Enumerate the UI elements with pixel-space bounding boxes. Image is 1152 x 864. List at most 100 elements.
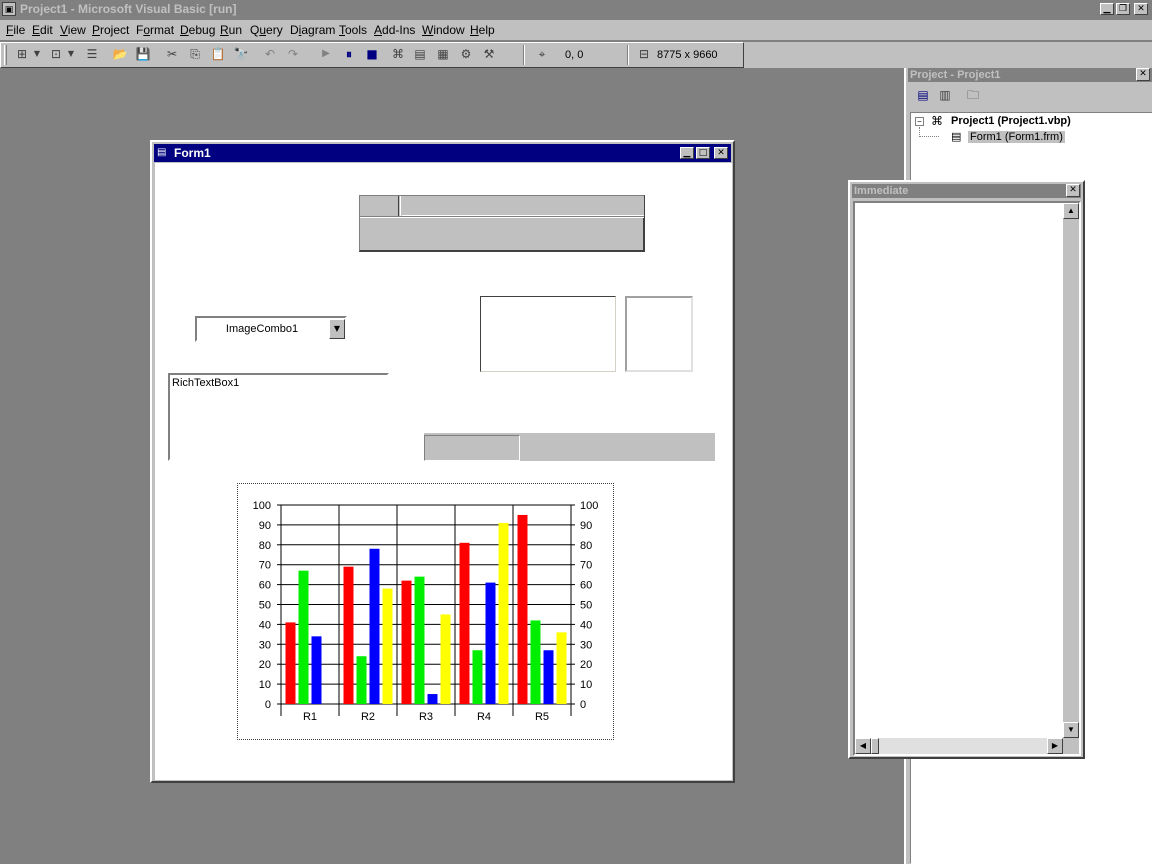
- toggle-folders-icon[interactable]: 🗀: [962, 84, 984, 106]
- rich-text-box[interactable]: RichTextBox1: [168, 373, 389, 461]
- close-button[interactable]: ✕: [1134, 3, 1148, 15]
- menu-item[interactable]: Diagram: [290, 20, 335, 40]
- menu-item[interactable]: Add-Ins: [374, 20, 415, 40]
- menu-item[interactable]: Tools: [339, 20, 367, 40]
- start-icon[interactable]: ▶: [315, 43, 337, 65]
- menu-item-text: un: [228, 23, 243, 37]
- y2-tick-label: 90: [580, 520, 592, 532]
- menu-item[interactable]: Format: [136, 20, 174, 40]
- menu-item[interactable]: Window: [422, 20, 465, 40]
- image-combo[interactable]: ImageCombo1 ▼: [195, 316, 347, 342]
- scroll-up-arrow-icon[interactable]: ▲: [1063, 203, 1079, 219]
- view-object-icon[interactable]: ▥: [934, 84, 956, 106]
- cut-icon[interactable]: ✂: [161, 43, 183, 65]
- category-label: R1: [303, 711, 317, 723]
- form1-title-bar: ▤ Form1 ▁ □ ✕: [154, 144, 731, 162]
- bar: [401, 580, 412, 704]
- add-form-dropdown-icon[interactable]: ▼: [65, 43, 77, 65]
- minimize-button[interactable]: ▁: [1100, 3, 1114, 15]
- add-form-icon[interactable]: ⊡: [45, 43, 67, 65]
- redo-icon[interactable]: ↷: [282, 43, 304, 65]
- y-tick-label: 100: [253, 500, 271, 512]
- project-explorer-icon[interactable]: ⌘: [387, 43, 409, 65]
- form-node-label[interactable]: Form1 (Form1.frm): [968, 131, 1065, 143]
- tree-expander-icon[interactable]: −: [915, 117, 924, 126]
- menu-item-text: indow: [433, 23, 465, 37]
- bar: [414, 576, 425, 704]
- paste-icon[interactable]: 📋: [207, 43, 229, 65]
- image-combo-text: ImageCombo1: [225, 323, 299, 335]
- project-explorer-close-button[interactable]: ✕: [1136, 68, 1150, 81]
- app-title: Project1 - Microsoft Visual Basic [run]: [20, 2, 237, 16]
- immediate-vertical-scrollbar[interactable]: ▲ ▼: [1063, 203, 1079, 738]
- menu-editor-icon[interactable]: ☰: [81, 43, 103, 65]
- form1-maximize-button[interactable]: □: [696, 147, 710, 159]
- restore-button[interactable]: ❐: [1116, 3, 1130, 15]
- scroll-left-arrow-icon[interactable]: ◀: [855, 738, 871, 754]
- scroll-right-arrow-icon[interactable]: ▶: [1047, 738, 1063, 754]
- scroll-down-arrow-icon[interactable]: ▼: [1063, 722, 1079, 738]
- object-browser-icon[interactable]: ⚙: [455, 43, 477, 65]
- menu-item-text: rmat: [150, 23, 175, 37]
- category-label: R5: [535, 711, 549, 723]
- y2-tick-label: 50: [580, 600, 592, 612]
- immediate-window: Immediate ✕ ▲ ▼ ◀ ▶: [848, 180, 1085, 759]
- view-code-icon[interactable]: ▤: [912, 84, 934, 106]
- menu-item[interactable]: Run: [220, 20, 242, 40]
- menu-item-text: ebug: [188, 23, 216, 37]
- frame-control[interactable]: [625, 296, 693, 372]
- bar: [498, 522, 509, 704]
- y-tick-label: 70: [259, 560, 271, 572]
- menu-item[interactable]: Help: [470, 20, 495, 40]
- end-icon[interactable]: ■: [361, 43, 383, 65]
- form1-close-button[interactable]: ✕: [714, 147, 728, 159]
- y-tick-label: 10: [259, 679, 271, 691]
- menu-item[interactable]: Query: [250, 20, 283, 40]
- y2-tick-label: 60: [580, 580, 592, 592]
- form1-client-area: ImageCombo1 ▼ RichTextBox1 0 0 10 10 20 20 30 3…: [155, 163, 732, 780]
- immediate-close-button[interactable]: ✕: [1066, 184, 1080, 197]
- ms-chart[interactable]: 0 0 10 10 20 20 30 30 40 40 50 50 60 60 70 70 80 80 90 90 10…: [237, 483, 614, 740]
- form-layout-icon[interactable]: ▦: [432, 43, 454, 65]
- toolbar-grip: [4, 45, 7, 65]
- menu-item-text: agram: [301, 23, 336, 37]
- coolbar-band: [402, 196, 644, 216]
- bar: [517, 514, 528, 704]
- size-icon: ⊟: [638, 47, 650, 61]
- open-project-icon[interactable]: 📂: [109, 43, 131, 65]
- coolbar-control[interactable]: [359, 195, 645, 252]
- add-project-icon[interactable]: ⊞: [11, 43, 33, 65]
- chart-svg: 0 0 10 10 20 20 30 30 40 40 50 50 60 60 70 70 80 80 90 90 10…: [253, 500, 599, 723]
- immediate-pane[interactable]: ▲ ▼ ◀ ▶: [853, 201, 1081, 756]
- immediate-horizontal-scrollbar[interactable]: ◀ ▶: [855, 738, 1063, 754]
- rich-text-box-text: RichTextBox1: [172, 377, 240, 389]
- menu-item[interactable]: Edit: [32, 20, 53, 40]
- picture-box[interactable]: [480, 296, 616, 372]
- copy-icon[interactable]: ⎘: [184, 43, 206, 65]
- toolbox-icon[interactable]: ⚒: [478, 43, 500, 65]
- project-node-label[interactable]: Project1 (Project1.vbp): [951, 115, 1071, 127]
- menu-item[interactable]: View: [60, 20, 86, 40]
- menu-item-text: iew: [67, 23, 86, 37]
- bar: [311, 636, 322, 704]
- image-combo-dropdown-button[interactable]: ▼: [329, 319, 345, 339]
- form-icon: ▤: [157, 147, 167, 158]
- status-bar-control[interactable]: [424, 433, 715, 461]
- menu-item-text: elp: [478, 23, 495, 37]
- menu-item-text: ery: [266, 23, 283, 37]
- break-icon[interactable]: ⏸: [338, 43, 360, 65]
- menu-item-accelerator: H: [470, 23, 479, 37]
- form1-minimize-button[interactable]: ▁: [680, 147, 694, 159]
- bar: [472, 650, 483, 704]
- coolbar-band-grip[interactable]: [398, 196, 401, 216]
- menu-item[interactable]: Debug: [180, 20, 215, 40]
- menu-item[interactable]: File: [6, 20, 25, 40]
- scroll-thumb[interactable]: [871, 738, 879, 754]
- save-project-icon[interactable]: 💾: [132, 43, 154, 65]
- undo-icon[interactable]: ↶: [259, 43, 281, 65]
- menu-item[interactable]: Project: [92, 20, 129, 40]
- bar: [530, 620, 541, 704]
- add-project-dropdown-icon[interactable]: ▼: [31, 43, 43, 65]
- properties-window-icon[interactable]: ▤: [409, 43, 431, 65]
- find-icon[interactable]: 🔭: [230, 43, 252, 65]
